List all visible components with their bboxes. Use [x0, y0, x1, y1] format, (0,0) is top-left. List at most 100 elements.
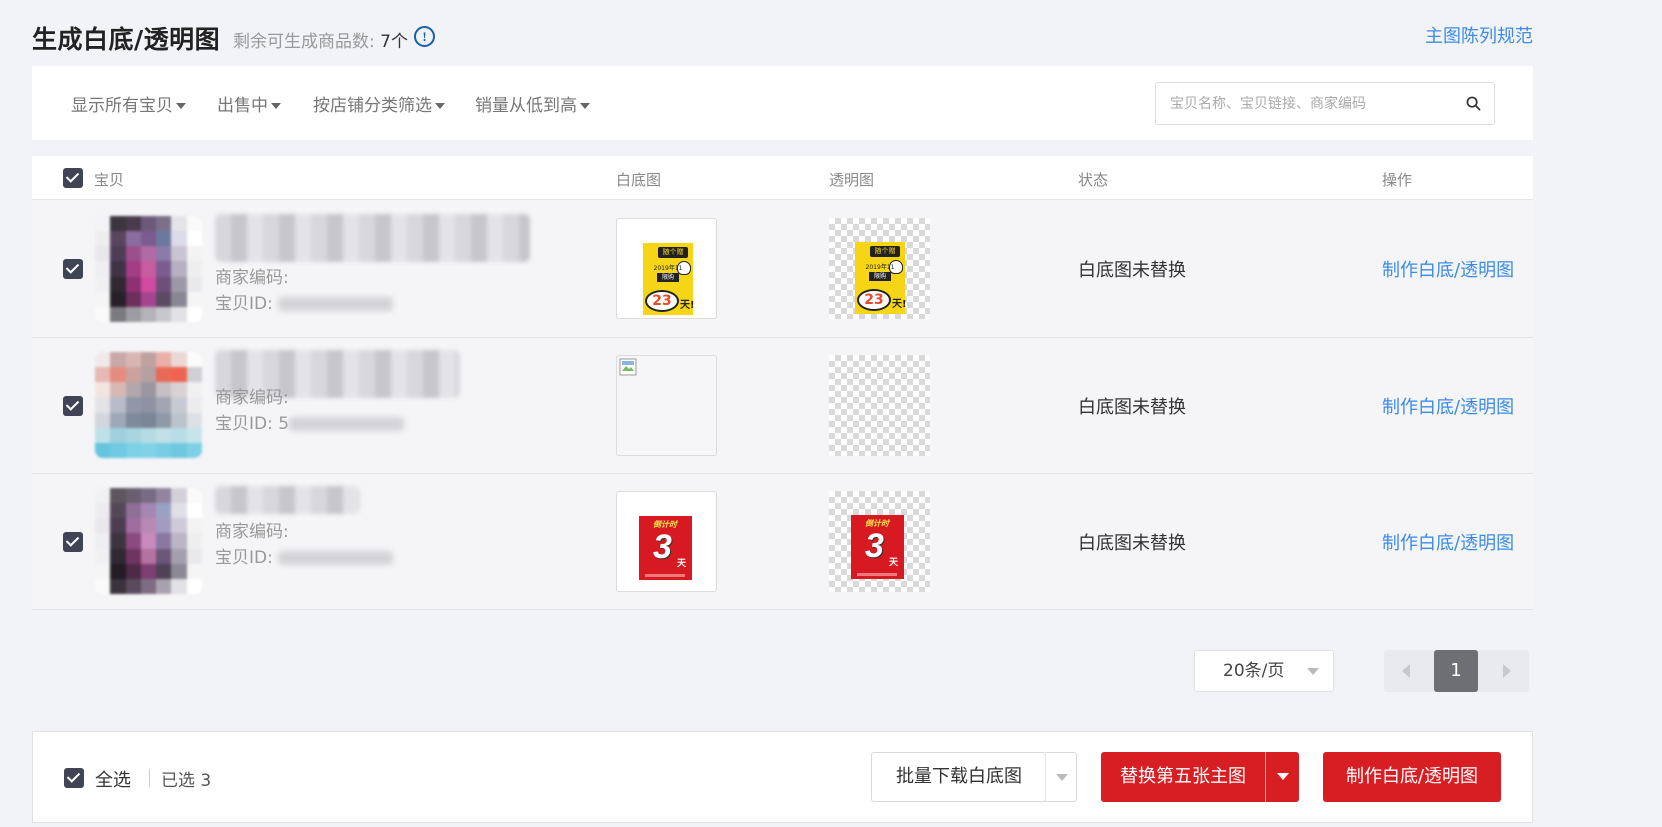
product-meta: 商家编码: 宝贝ID: 5 [215, 385, 405, 437]
filter-on-sale-label: 出售中 [217, 96, 268, 116]
poster-line: 2019年11 [865, 264, 895, 271]
merchant-code-label: 商家编码: [215, 268, 289, 288]
table-row: 商家编码: 宝贝ID: 倒计时 3 天 倒计时 3 天 白底图未替换 制作白底/… [32, 474, 1533, 610]
caret-down-icon [1307, 668, 1319, 675]
item-id-value [289, 417, 405, 431]
prev-page-icon[interactable] [1402, 664, 1410, 678]
filter-all-items[interactable]: 显示所有宝贝 [71, 91, 186, 116]
poster-number: 3 [865, 527, 884, 565]
bulk-download-button[interactable]: 批量下载白底图 [871, 752, 1046, 802]
select-all-label[interactable]: 全选 [95, 766, 131, 792]
product-title[interactable] [215, 486, 360, 514]
merchant-code-label: 商家编码: [215, 522, 289, 542]
white-image-preview[interactable] [616, 355, 717, 456]
replace-dropdown-icon[interactable] [1265, 752, 1299, 802]
row-checkbox[interactable] [63, 532, 83, 552]
make-image-link[interactable]: 制作白底/透明图 [1382, 529, 1514, 555]
product-thumbnail[interactable] [95, 216, 202, 322]
replace-fifth-image-button[interactable]: 替换第五张主图 [1101, 752, 1265, 802]
item-id-prefix: 5 [278, 414, 290, 434]
column-header-status: 状态 [1078, 171, 1109, 189]
status-text: 白底图未替换 [1078, 260, 1186, 281]
poster-number: 23 [857, 289, 891, 311]
header-checkbox[interactable] [63, 168, 83, 188]
poster-unit: 天 [677, 559, 687, 569]
product-thumbnail[interactable] [95, 488, 202, 594]
product-thumbnail[interactable] [95, 352, 202, 458]
poster-badge: 限购 [869, 272, 891, 281]
poster-footer-stripe [645, 574, 685, 577]
bulk-download-dropdown-icon[interactable] [1045, 752, 1077, 802]
poster-number: 23 [645, 290, 679, 312]
make-image-link[interactable]: 制作白底/透明图 [1382, 256, 1514, 282]
current-page-button[interactable]: 1 [1434, 650, 1478, 692]
make-white-transparent-button[interactable]: 制作白底/透明图 [1323, 752, 1501, 802]
filter-sales-sort-label: 销量从低到高 [475, 96, 577, 116]
column-header-white-image: 白底图 [616, 171, 662, 189]
make-image-link[interactable]: 制作白底/透明图 [1382, 393, 1514, 419]
filter-shop-category[interactable]: 按店铺分类筛选 [313, 91, 445, 116]
row-checkbox[interactable] [63, 259, 83, 279]
page-title: 生成白底/透明图 [32, 25, 221, 54]
poster-unit: 天! [680, 300, 695, 311]
poster-tag: 随个赠 [658, 247, 688, 258]
item-id-value [278, 551, 394, 565]
poster-number: 3 [653, 528, 672, 566]
merchant-code-label: 商家编码: [215, 388, 289, 408]
quota-label: 剩余可生成商品数: [233, 32, 375, 52]
transparent-image-preview[interactable]: 随个赠 2019年11 限购 23 天! [829, 218, 930, 319]
product-table: 宝贝 白底图 透明图 状态 操作 商家编码: 宝贝ID: 随个赠 2019年11… [32, 156, 1533, 610]
product-meta: 商家编码: 宝贝ID: [215, 265, 394, 317]
main-image-spec-link[interactable]: 主图陈列规范 [1425, 22, 1533, 48]
pagination: 1 [1384, 650, 1529, 692]
bulk-action-bar: 全选 已选 3 批量下载白底图 替换第五张主图 制作白底/透明图 [32, 731, 1533, 823]
caret-down-icon [176, 103, 186, 109]
red-poster-image: 倒计时 3 天 [851, 515, 904, 579]
item-id: 宝贝ID: [215, 291, 394, 317]
quota-text: 剩余可生成商品数: 7个 [233, 27, 408, 52]
yellow-poster-image: 随个赠 2019年11 限购 23 天! [643, 243, 695, 315]
filter-on-sale[interactable]: 出售中 [217, 91, 281, 116]
filter-shop-category-label: 按店铺分类筛选 [313, 96, 432, 116]
caret-down-icon [435, 103, 445, 109]
divider [149, 769, 150, 787]
row-checkbox[interactable] [63, 396, 83, 416]
selected-count: 已选 3 [161, 771, 212, 791]
transparent-image-preview[interactable]: 倒计时 3 天 [829, 491, 930, 592]
poster-unit: 天! [892, 299, 907, 310]
caret-down-icon [580, 103, 590, 109]
poster-badge: 限购 [657, 273, 679, 282]
quota-value: 7个 [380, 32, 408, 52]
red-poster-image: 倒计时 3 天 [639, 516, 692, 580]
column-header-action: 操作 [1382, 171, 1413, 189]
column-header-transparent-image: 透明图 [829, 171, 875, 189]
transparent-image-preview[interactable] [829, 355, 930, 456]
item-id: 宝贝ID: [215, 545, 394, 571]
status-text: 白底图未替换 [1078, 397, 1186, 418]
broken-image-icon [619, 358, 637, 376]
item-id-value [278, 297, 394, 311]
info-circle-icon[interactable]: ! [414, 26, 435, 47]
merchant-code: 商家编码: [215, 385, 404, 411]
next-page-icon[interactable] [1503, 664, 1511, 678]
table-row: 商家编码: 宝贝ID: 随个赠 2019年11 限购 23 天! 随个赠 201… [32, 200, 1533, 338]
page-size-select[interactable]: 20条/页 [1194, 650, 1334, 692]
poster-line: 2019年11 [653, 265, 683, 272]
search-icon[interactable] [1466, 96, 1481, 111]
yellow-poster-image: 随个赠 2019年11 限购 23 天! [855, 242, 907, 314]
search-input[interactable] [1156, 83, 1456, 124]
item-id-label: 宝贝ID: [215, 414, 273, 434]
page-size-value: 20条/页 [1223, 661, 1285, 681]
search-box [1155, 82, 1495, 125]
product-title[interactable] [215, 214, 530, 262]
white-image-preview[interactable]: 倒计时 3 天 [616, 491, 717, 592]
table-row: 商家编码: 宝贝ID: 5 白底图未替换 制作白底/透明图 [32, 338, 1533, 474]
filter-sales-sort[interactable]: 销量从低到高 [475, 91, 590, 116]
item-id: 宝贝ID: 5 [215, 411, 405, 437]
select-all-checkbox[interactable] [64, 768, 84, 788]
poster-footer-stripe [857, 573, 897, 576]
merchant-code: 商家编码: [215, 519, 393, 545]
white-image-preview[interactable]: 随个赠 2019年11 限购 23 天! [616, 218, 717, 319]
status-text: 白底图未替换 [1078, 533, 1186, 554]
column-header-item: 宝贝 [94, 171, 125, 189]
